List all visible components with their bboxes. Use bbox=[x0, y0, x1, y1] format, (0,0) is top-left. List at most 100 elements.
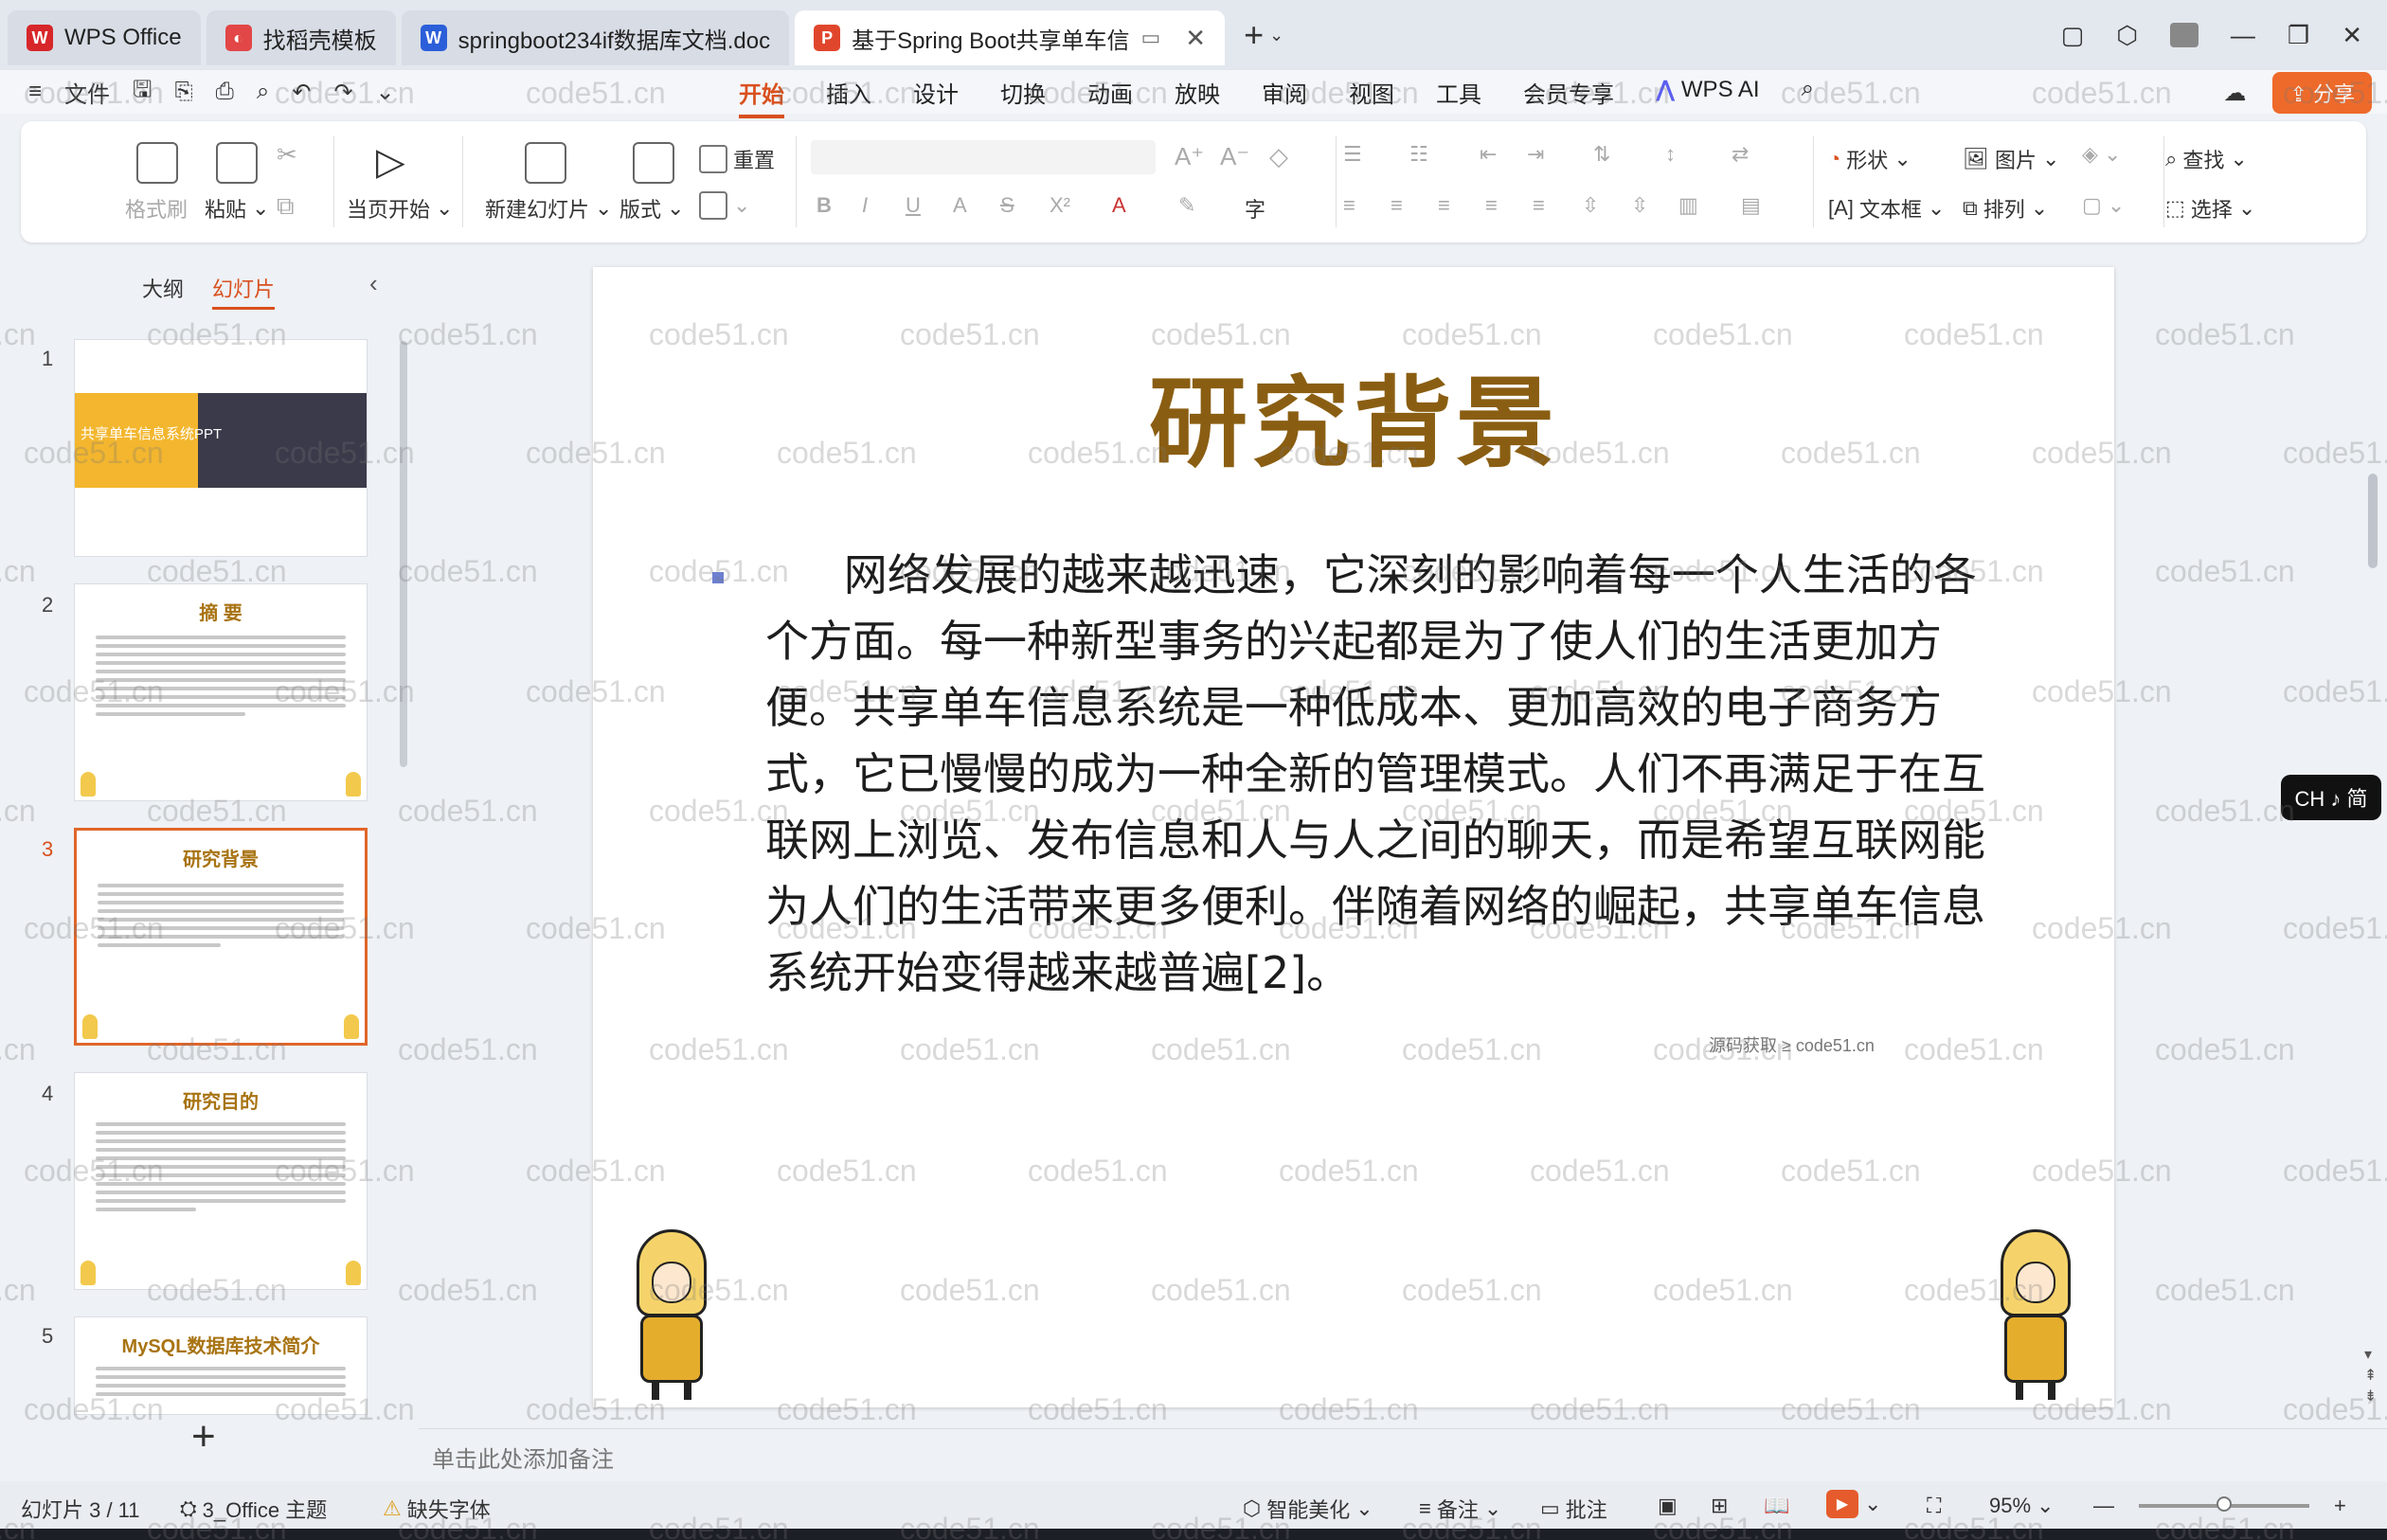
cloud-upload-icon[interactable]: ☁ bbox=[2223, 80, 2246, 107]
format-painter-button[interactable]: 格式刷 bbox=[125, 193, 188, 224]
search-icon[interactable]: ⌕ bbox=[1802, 76, 1814, 118]
numbered-list-icon[interactable]: ☷ bbox=[1409, 142, 1428, 167]
close-tab-icon[interactable]: ✕ bbox=[1185, 24, 1206, 53]
file-menu[interactable]: 文件 bbox=[64, 76, 110, 109]
editor-scrollbar[interactable] bbox=[2368, 474, 2378, 568]
slide-body-text[interactable]: 网络发展的越来越迅速，它深刻的影响着每一个人生活的各个方面。每一种新型事务的兴起… bbox=[765, 542, 2016, 1006]
reading-view-icon[interactable]: 📖 bbox=[1764, 1494, 1789, 1518]
distribute-icon[interactable]: ≡ bbox=[1533, 193, 1545, 218]
comments-button[interactable]: ▭ 批注 bbox=[1540, 1494, 1607, 1524]
tab-wps-office[interactable]: W WPS Office bbox=[8, 10, 201, 65]
undo-icon[interactable]: ↶ bbox=[292, 79, 311, 106]
ime-indicator[interactable]: CH ♪ 简 bbox=[2281, 775, 2381, 820]
textbox-button[interactable]: [A] 文本框 ⌄ bbox=[1828, 193, 1945, 224]
menu-transition[interactable]: 切换 bbox=[1000, 76, 1046, 118]
cube-icon[interactable]: ⬡ bbox=[2116, 21, 2138, 50]
close-window-icon[interactable]: ✕ bbox=[2342, 21, 2362, 50]
play-icon[interactable]: ▷ bbox=[376, 140, 405, 184]
highlight-icon[interactable]: ✎ bbox=[1178, 193, 1195, 218]
fill-icon[interactable]: ◈ ⌄ bbox=[2082, 142, 2121, 167]
slide-thumbnail-3[interactable]: 研究背景 bbox=[74, 828, 368, 1046]
format-painter-icon[interactable] bbox=[136, 142, 178, 184]
picture-button[interactable]: 🖼 图片 ⌄ bbox=[1963, 144, 2059, 174]
redo-icon[interactable]: ↷ bbox=[333, 79, 352, 106]
chevron-down-icon[interactable]: ⌄ bbox=[1269, 26, 1283, 45]
underline-icon[interactable]: U bbox=[906, 193, 921, 218]
clear-format-icon[interactable]: ◇ bbox=[1269, 142, 1288, 171]
zoom-slider-handle[interactable] bbox=[2216, 1496, 2232, 1512]
menu-animation[interactable]: 动画 bbox=[1087, 76, 1133, 118]
find-button[interactable]: ⌕ 查找 ⌄ bbox=[2165, 144, 2248, 174]
zoom-out-icon[interactable]: — bbox=[2093, 1494, 2114, 1518]
font-size-select[interactable] bbox=[1061, 140, 1156, 174]
tab-slides[interactable]: 幻灯片 bbox=[212, 273, 276, 310]
fit-window-icon[interactable]: ⛶ bbox=[1927, 1494, 1941, 1518]
shadow-icon[interactable]: A bbox=[953, 193, 967, 218]
smart-beautify-button[interactable]: ⬡ 智能美化 ⌄ bbox=[1243, 1494, 1373, 1524]
share-button[interactable]: ⇪ 分享 bbox=[2272, 72, 2372, 114]
notes-button[interactable]: ≡ 备注 ⌄ bbox=[1419, 1494, 1501, 1524]
theme-indicator[interactable]: ⛭ 3_Office 主题 bbox=[180, 1494, 327, 1524]
slide-thumbnail-2[interactable]: 摘 要 bbox=[74, 583, 368, 801]
layout-button[interactable]: 版式 ⌄ bbox=[619, 193, 684, 224]
menu-design[interactable]: 设计 bbox=[913, 76, 959, 118]
superscript-icon[interactable]: X² bbox=[1050, 193, 1070, 218]
collapse-panel-icon[interactable]: ‹ bbox=[369, 269, 378, 298]
bullet-list-icon[interactable]: ☰ bbox=[1343, 142, 1362, 167]
new-slide-button[interactable]: 新建幻灯片 ⌄ bbox=[485, 193, 612, 224]
outline-icon[interactable]: ▢ ⌄ bbox=[2082, 193, 2125, 218]
slideshow-button[interactable]: ▶ ⌄ bbox=[1826, 1490, 1881, 1518]
sort-icon[interactable]: ↕ bbox=[1665, 142, 1676, 167]
line-spacing-icon[interactable]: ⇳ bbox=[1582, 193, 1599, 218]
columns-icon[interactable]: ▥ bbox=[1678, 193, 1698, 218]
slide-thumbnail-5[interactable]: MySQL数据库技术简介 bbox=[74, 1316, 368, 1415]
font-family-select[interactable] bbox=[811, 140, 1068, 174]
new-slide-icon[interactable] bbox=[525, 142, 566, 184]
slide-canvas[interactable]: 研究背景 网络发展的越来越迅速，它深刻的影响着每一个人生活的各个方面。每一种新型… bbox=[593, 267, 2114, 1407]
zoom-level[interactable]: 95% ⌄ bbox=[1989, 1494, 2054, 1518]
select-button[interactable]: ⬚ 选择 ⌄ bbox=[2165, 193, 2255, 224]
tab-outline[interactable]: 大纲 bbox=[142, 273, 184, 310]
export-icon[interactable]: ⎘ bbox=[174, 79, 192, 105]
decrease-indent-icon[interactable]: ⇤ bbox=[1480, 142, 1497, 167]
cut-icon[interactable]: ✂ bbox=[277, 140, 297, 170]
menu-home[interactable]: 开始 bbox=[739, 76, 784, 118]
convert-icon[interactable]: ⇄ bbox=[1732, 142, 1749, 167]
slide-sorter-icon[interactable]: ⊞ bbox=[1711, 1494, 1728, 1518]
menu-insert[interactable]: 插入 bbox=[826, 76, 871, 118]
wps-ai-button[interactable]: ⋀ WPS AI bbox=[1656, 76, 1760, 118]
print-preview-icon[interactable]: ⌕ bbox=[257, 79, 269, 105]
scroll-arrows[interactable]: ▾ ⇞ ⇟ bbox=[2364, 1345, 2377, 1407]
layout-icon[interactable] bbox=[633, 142, 674, 184]
menu-review[interactable]: 审阅 bbox=[1262, 76, 1307, 118]
align-left-icon[interactable]: ≡ bbox=[1343, 193, 1355, 218]
maximize-icon[interactable]: ❐ bbox=[2288, 21, 2309, 50]
print-icon[interactable]: ⎙ bbox=[216, 79, 234, 105]
text-align-vertical-icon[interactable]: ▤ bbox=[1741, 193, 1761, 218]
minimize-icon[interactable]: — bbox=[2231, 21, 2255, 50]
play-from-current-button[interactable]: 当页开始 ⌄ bbox=[347, 193, 453, 224]
font-color-icon[interactable]: A bbox=[1112, 193, 1126, 218]
menu-tools[interactable]: 工具 bbox=[1436, 76, 1481, 118]
paste-button[interactable]: 粘贴 ⌄ bbox=[205, 193, 269, 224]
align-right-icon[interactable]: ≡ bbox=[1438, 193, 1450, 218]
increase-indent-icon[interactable]: ⇥ bbox=[1527, 142, 1544, 167]
copy-icon[interactable]: ⧉ bbox=[277, 191, 295, 222]
phonetic-icon[interactable]: 字 bbox=[1245, 193, 1265, 224]
strikethrough-icon[interactable]: S bbox=[1000, 193, 1014, 218]
zoom-in-icon[interactable]: + bbox=[2334, 1494, 2346, 1518]
slide-thumbnail-1[interactable]: 共享单车信息系统PPT bbox=[74, 339, 368, 557]
text-direction-icon[interactable]: ⇅ bbox=[1593, 142, 1610, 167]
justify-icon[interactable]: ≡ bbox=[1485, 193, 1498, 218]
add-slide-button[interactable]: + bbox=[191, 1413, 216, 1460]
tab-docer-templates[interactable]: ◐ 找稻壳模板 bbox=[206, 10, 396, 65]
grow-font-icon[interactable]: A⁺ bbox=[1175, 142, 1204, 171]
hamburger-icon[interactable]: ≡ bbox=[28, 79, 42, 105]
thumbnail-scrollbar[interactable] bbox=[400, 341, 407, 767]
slide-thumbnail-4[interactable]: 研究目的 bbox=[74, 1072, 368, 1290]
normal-view-icon[interactable]: ▣ bbox=[1658, 1494, 1678, 1518]
missing-font-indicator[interactable]: ⚠ 缺失字体 bbox=[383, 1494, 491, 1524]
align-center-icon[interactable]: ≡ bbox=[1391, 193, 1403, 218]
save-icon[interactable]: 🖫 bbox=[133, 73, 152, 112]
window-dup-icon[interactable]: ▭ bbox=[1141, 26, 1161, 50]
